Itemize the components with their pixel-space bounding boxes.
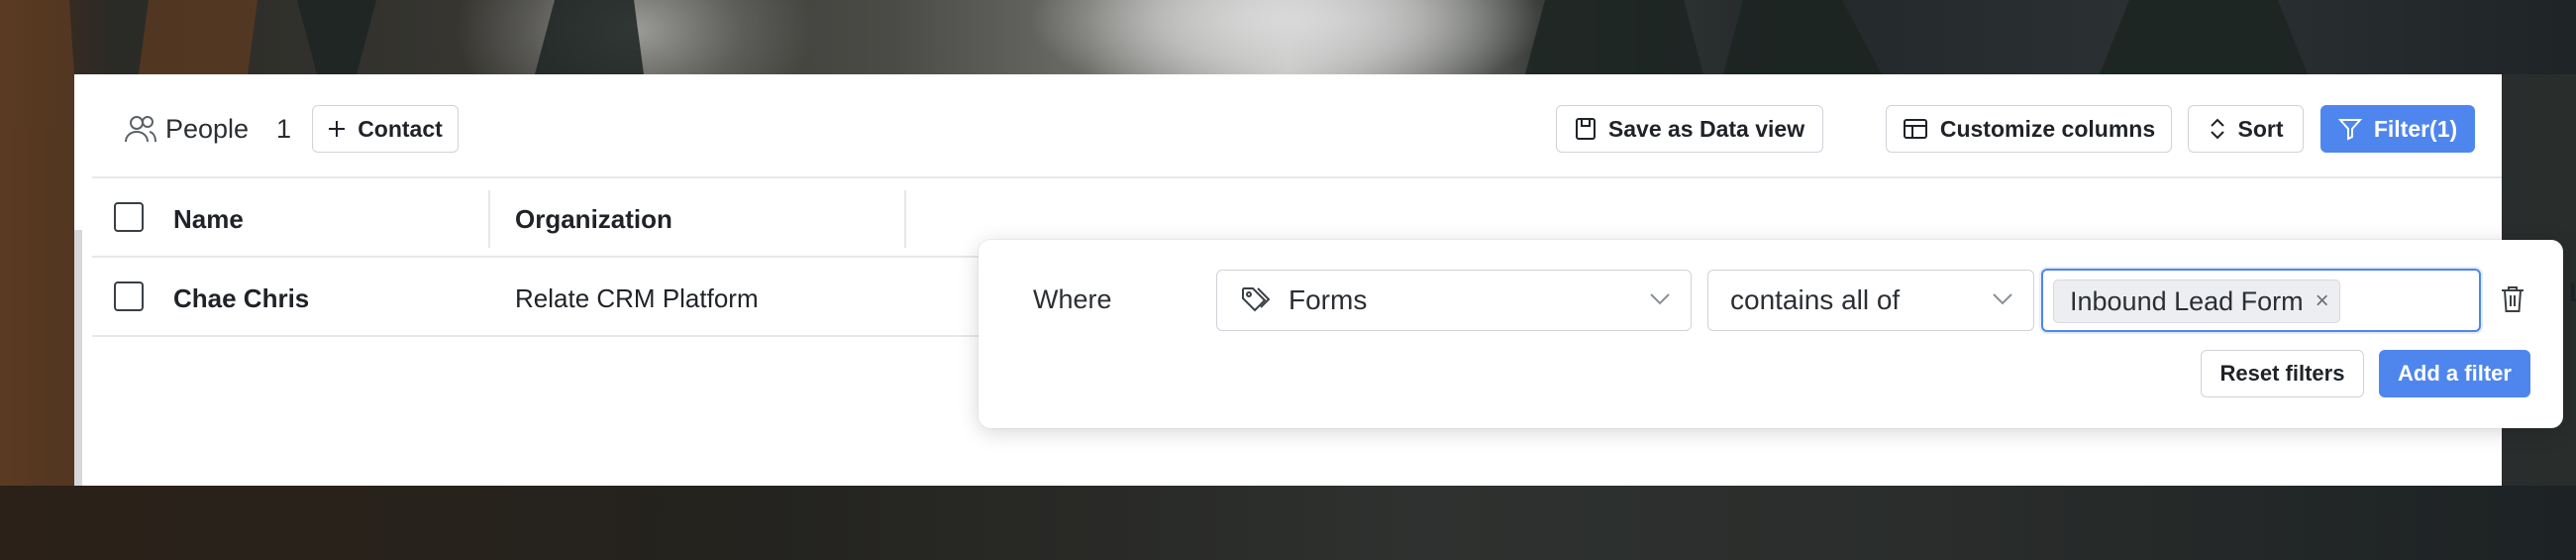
filter-popover: Where Forms contains all of Inbound Lead… [979,240,2563,428]
plus-icon [329,121,346,137]
add-contact-label: Contact [358,115,443,142]
filter-value-input[interactable]: Inbound Lead Form × [2041,269,2481,332]
columns-icon [1903,119,1927,139]
add-filter-button[interactable]: Add a filter [2379,350,2530,397]
filter-icon [2337,119,2362,141]
column-divider[interactable] [488,190,490,248]
page-title: People [165,114,250,144]
filter-field-select[interactable]: Forms [1216,270,1692,331]
row-checkbox[interactable] [114,281,144,311]
background-bottom [0,486,2576,560]
sort-label: Sort [2237,115,2284,142]
reset-filters-label: Reset filters [2219,361,2345,386]
save-icon [1575,118,1596,140]
people-icon [124,114,157,144]
cell-name[interactable]: Chae Chris [173,283,309,314]
filter-operator-value: contains all of [1730,284,1901,315]
column-header-name[interactable]: Name [173,204,244,235]
delete-filter-icon[interactable] [2501,285,2524,318]
customize-columns-label: Customize columns [1939,115,2156,142]
where-label: Where [1033,284,1112,314]
column-header-organization[interactable]: Organization [515,204,672,235]
people-window: People 1 Contact Save as Data view Custo… [74,74,2576,486]
filter-value-tag: Inbound Lead Form × [2053,280,2340,323]
save-data-view-button[interactable]: Save as Data view [1556,105,1823,153]
clipped-column-header: L [2569,278,2576,308]
filter-operator-select[interactable]: contains all of [1707,270,2034,331]
select-all-checkbox[interactable] [114,202,144,232]
add-filter-label: Add a filter [2398,361,2512,386]
customize-columns-button[interactable]: Customize columns [1886,105,2172,153]
reset-filters-button[interactable]: Reset filters [2201,350,2364,397]
column-divider[interactable] [904,190,906,248]
chevron-down-icon [1993,293,2012,305]
window-scroll-edge [74,230,82,486]
filter-button[interactable]: Filter(1) [2320,105,2475,153]
sort-button[interactable]: Sort [2188,105,2304,153]
chevron-down-icon [1650,293,1670,305]
sort-icon [2210,118,2224,140]
toolbar: People 1 Contact Save as Data view Custo… [74,74,2502,176]
save-data-view-label: Save as Data view [1607,115,1805,142]
filter-label: Filter(1) [2373,115,2458,142]
tag-icon [1242,287,1271,312]
cell-organization: Relate CRM Platform [515,283,759,313]
people-count: 1 [276,114,292,144]
add-contact-button[interactable]: Contact [312,105,459,153]
filter-tag-label: Inbound Lead Form [2070,285,2304,316]
filter-field-value: Forms [1288,284,1368,315]
remove-tag-icon[interactable]: × [2316,289,2329,313]
